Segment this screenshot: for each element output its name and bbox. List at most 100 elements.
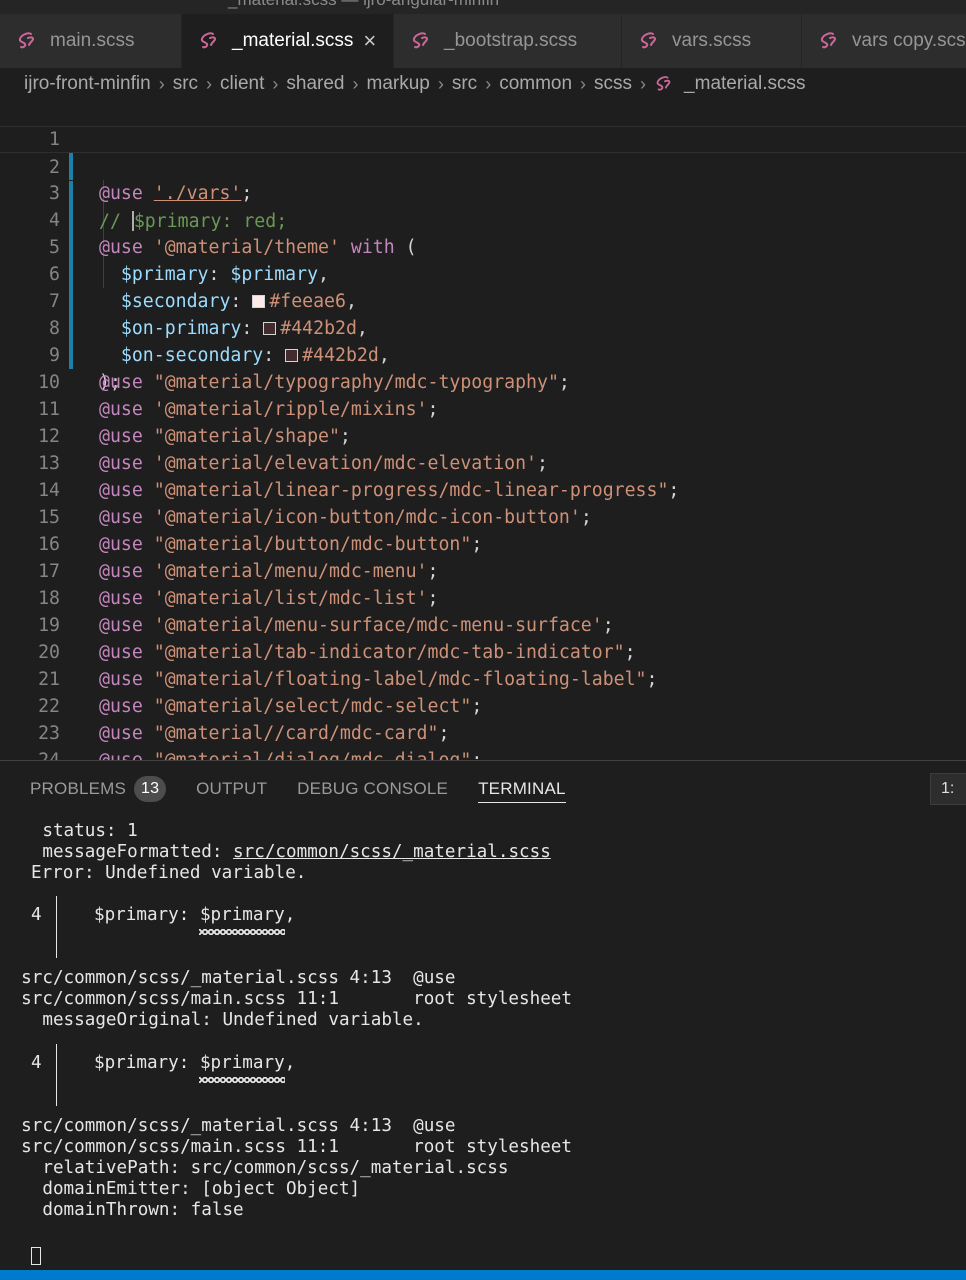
sass-icon — [18, 32, 35, 49]
code-line[interactable]: 22 @use "@material//card/mdc-card"; — [0, 666, 966, 744]
snippet-text: $primary — [199, 905, 285, 925]
breadcrumb-item[interactable]: _material.scss — [684, 73, 805, 95]
window-title: _material.scss — ijro-angular-minfin — [228, 0, 499, 10]
breadcrumb-item[interactable]: src — [173, 73, 198, 95]
code-line[interactable]: 3 @use '@material/theme' with ( — [0, 153, 966, 258]
code-line[interactable]: 10 @use '@material/ripple/mixins'; — [0, 342, 966, 420]
tab-label: OUTPUT — [196, 779, 268, 798]
terminal-text: messageFormatted: — [0, 842, 234, 862]
breadcrumb-item[interactable]: shared — [286, 73, 344, 95]
tab-debug-console[interactable]: DEBUG CONSOLE — [297, 761, 448, 817]
sass-icon — [640, 32, 657, 49]
code-line[interactable]: 21 @use "@material/select/mdc-select"; — [0, 639, 966, 717]
code-line[interactable]: 17 @use '@material/list/mdc-list'; — [0, 531, 966, 609]
tab-label: _bootstrap.scss — [444, 30, 578, 51]
code-line[interactable]: 5 $secondary: #feeae6, — [0, 207, 966, 312]
code-line[interactable]: 24 @use "@material/textfield/mdc-text-fi… — [0, 720, 966, 760]
snippet-text: $primary: — [94, 1053, 200, 1073]
tab-terminal[interactable]: TERMINAL — [478, 761, 566, 817]
editor-tabs: main.scss _material.scss × _bootstrap.sc… — [0, 14, 966, 68]
vscode-window: _material.scss — ijro-angular-minfin mai… — [0, 0, 966, 1280]
code-line[interactable]: 20 @use "@material/floating-label/mdc-fl… — [0, 612, 966, 690]
status-bar — [0, 1270, 966, 1280]
terminal-line: status: 1 — [0, 821, 138, 841]
terminal-line: messageFormatted: src/common/scss/_mater… — [0, 842, 966, 863]
code-line[interactable]: 14 @use '@material/icon-button/mdc-icon-… — [0, 450, 966, 528]
code-line[interactable]: 4 $primary: $primary, — [0, 180, 966, 285]
code-line[interactable]: 7 $on-secondary: #442b2d, — [0, 261, 966, 366]
tab-bootstrap-scss[interactable]: _bootstrap.scss — [394, 14, 622, 68]
code-line[interactable]: 19 @use "@material/tab-indicator/mdc-tab… — [0, 585, 966, 663]
code-line[interactable]: 13 @use "@material/linear-progress/mdc-l… — [0, 423, 966, 501]
tab-label: PROBLEMS — [30, 779, 127, 798]
panel-tabs: PROBLEMS 13 OUTPUT DEBUG CONSOLE TERMINA… — [0, 761, 966, 817]
terminal-line: domainEmitter: [object Object] — [0, 1179, 361, 1199]
tab-vars-scss[interactable]: vars.scss — [622, 14, 802, 68]
tab-label: main.scss — [50, 30, 135, 51]
terminal-cursor — [31, 1247, 41, 1265]
tab-main-scss[interactable]: main.scss — [0, 14, 182, 68]
code-line[interactable]: 12 @use '@material/elevation/mdc-elevati… — [0, 396, 966, 474]
sass-icon — [820, 32, 837, 49]
terminal-selector[interactable]: 1: node — [930, 773, 966, 805]
chevron-right-icon: › — [352, 73, 359, 94]
snippet-text: , — [284, 1053, 296, 1073]
terminal-line: src/common/scss/main.scss 11:1 root styl… — [0, 989, 572, 1009]
chevron-right-icon: › — [272, 73, 279, 94]
chevron-right-icon: › — [206, 73, 213, 94]
code-editor[interactable]: 1 @use './vars'; 2 // $primary: red; 3 @… — [0, 99, 966, 760]
breadcrumb-item[interactable]: common — [499, 73, 572, 95]
tab-label: vars copy.scss — [852, 30, 966, 51]
chevron-right-icon: › — [437, 73, 444, 94]
breadcrumb-item[interactable]: client — [220, 73, 264, 95]
terminal-line: src/common/scss/_material.scss 4:13 @use — [0, 1116, 456, 1136]
chevron-right-icon: › — [580, 73, 587, 94]
code-line[interactable]: 18 @use '@material/menu-surface/mdc-menu… — [0, 558, 966, 636]
tab-material-scss[interactable]: _material.scss × — [182, 14, 394, 68]
close-icon[interactable]: × — [363, 28, 376, 54]
sass-icon — [200, 32, 217, 49]
terminal-line: src/common/scss/_material.scss 4:13 @use — [0, 968, 456, 988]
error-squiggle — [199, 1077, 285, 1083]
tab-problems[interactable]: PROBLEMS 13 — [30, 761, 167, 817]
sass-icon — [412, 32, 429, 49]
tab-output[interactable]: OUTPUT — [196, 761, 267, 817]
terminal-line: relativePath: src/common/scss/_material.… — [0, 1158, 509, 1178]
code-line[interactable]: 1 @use './vars'; — [0, 99, 966, 204]
problems-count-badge: 13 — [134, 776, 167, 802]
tab-label: vars.scss — [672, 30, 752, 51]
breadcrumb: ijro-front-minfin › src › client › shared › … — [0, 68, 966, 100]
snippet-text: $primary: — [94, 905, 200, 925]
tab-label: DEBUG CONSOLE — [297, 779, 449, 798]
code-line[interactable]: 6 $on-primary: #442b2d, — [0, 234, 966, 339]
chevron-right-icon: › — [485, 73, 492, 94]
code-line[interactable]: 11 @use "@material/shape"; — [0, 369, 966, 447]
code-line[interactable]: 8 ); — [0, 288, 966, 393]
snippet-code: $primary: $primary, — [94, 905, 966, 926]
code-line[interactable]: 9 @use "@material/typography/mdc-typogra… — [0, 315, 966, 393]
breadcrumb-item[interactable]: markup — [367, 73, 430, 95]
chevron-right-icon: › — [158, 73, 165, 94]
tab-vars-copy-scss[interactable]: vars copy.scss — [802, 14, 966, 68]
terminal-line: domainThrown: false — [0, 1200, 244, 1220]
breadcrumb-item[interactable]: src — [452, 73, 477, 95]
terminal-file-link[interactable]: src/common/scss/_material.scss — [233, 842, 551, 862]
code-line[interactable]: 16 @use '@material/menu/mdc-menu'; — [0, 504, 966, 582]
snippet-text: $primary — [199, 1053, 285, 1073]
code-line[interactable]: 25 @use "@material/form-field/mdc-form-f… — [0, 747, 966, 760]
terminal-line: Error: Undefined variable. — [31, 863, 307, 883]
breadcrumb-item[interactable]: scss — [594, 73, 632, 95]
snippet-text: , — [284, 905, 296, 925]
tab-label: _material.scss — [232, 30, 354, 51]
breadcrumb-item[interactable]: ijro-front-minfin — [24, 73, 151, 95]
code-line-current[interactable]: 2 // $primary: red; — [0, 126, 966, 232]
tab-label: TERMINAL — [478, 779, 566, 798]
error-squiggle — [199, 929, 285, 935]
code-line[interactable]: 15 @use "@material/button/mdc-button"; — [0, 477, 966, 555]
chevron-right-icon: › — [640, 73, 647, 94]
terminal-line: messageOriginal: Undefined variable. — [0, 1010, 424, 1030]
terminal-line: src/common/scss/main.scss 11:1 root styl… — [0, 1137, 572, 1157]
code-line[interactable]: 23 @use "@material/dialog/mdc-dialog"; — [0, 693, 966, 760]
title-bar: _material.scss — ijro-angular-minfin — [0, 0, 966, 14]
sass-icon — [656, 76, 671, 91]
